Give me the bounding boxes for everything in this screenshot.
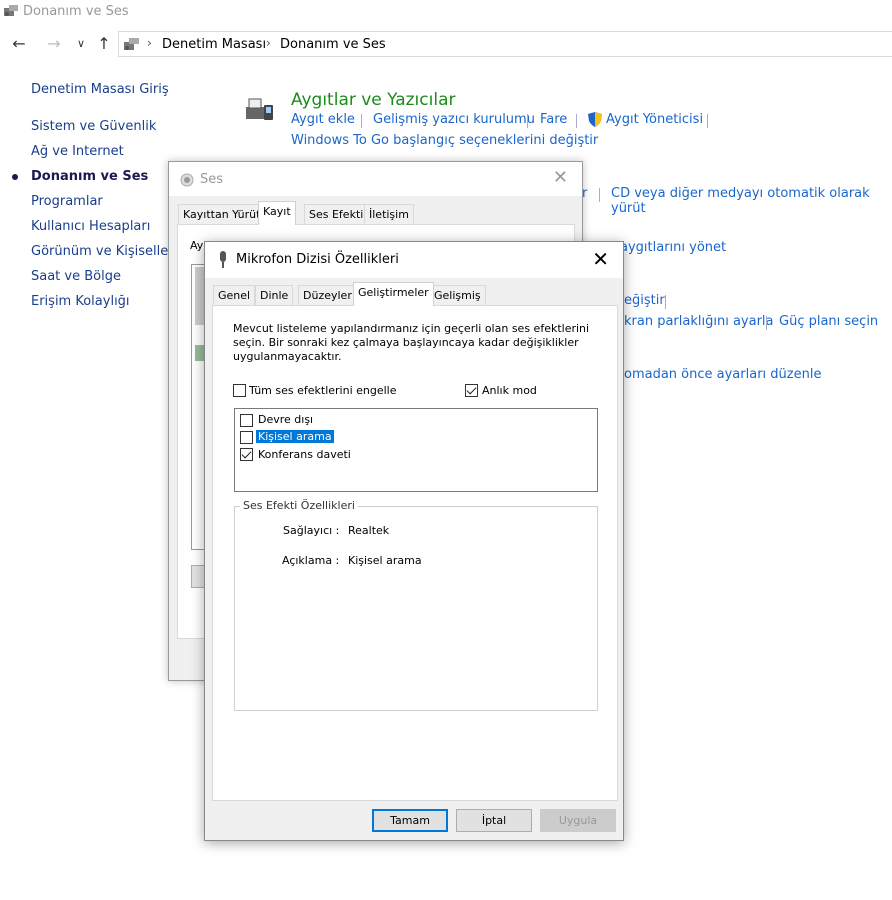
up-arrow-icon[interactable]: ↑ [93,34,115,53]
sidebar-item-programs[interactable]: Programlar [31,194,103,209]
provider-value: Realtek [348,524,390,537]
control-panel-icon [124,38,139,50]
effect-label[interactable]: Konferans daveti [258,448,351,461]
breadcrumb-hardware-sound[interactable]: Donanım ve Ses [280,37,386,52]
sidebar-item-appearance[interactable]: Görünüm ve Kişiselleştir [31,244,189,259]
back-arrow-icon[interactable]: ← [8,34,30,53]
link-mouse[interactable]: Fare [540,112,567,127]
shield-icon [588,112,602,127]
chevron-right-icon: › [266,36,271,50]
link-manage-audio-devices[interactable]: aygıtlarını yönet [620,240,726,255]
active-bullet-icon [12,174,18,180]
navigation-bar: ← → ∨ ↑ › Denetim Masası › Donanım ve Se… [0,30,892,58]
devices-printers-icon [246,98,273,120]
link-change[interactable]: eğiştir [624,293,665,308]
sidebar-item-network[interactable]: Ağ ve Internet [31,144,124,159]
tab-recording[interactable]: Kayıt [258,201,296,225]
divider [527,114,528,128]
link-windows-to-go[interactable]: Windows To Go başlangıç seçeneklerini de… [291,133,598,148]
divider [599,188,600,202]
section-title-devices[interactable]: Aygıtlar ve Yazıcılar [291,90,455,110]
ok-button[interactable]: Tamam [372,809,448,832]
instant-mode-checkbox[interactable] [465,384,478,397]
divider [766,316,767,330]
link-add-device[interactable]: Aygıt ekle [291,112,355,127]
disable-all-effects-checkbox[interactable] [233,384,246,397]
control-panel-icon [4,5,18,16]
divider [576,114,577,128]
sidebar-item-system-security[interactable]: Sistem ve Güvenlik [31,119,156,134]
divider [361,114,362,128]
disable-all-effects-label: Tüm ses efektlerini engelle [249,384,397,397]
tab-general[interactable]: Genel [213,285,256,305]
microphone-icon [220,251,226,268]
link-autoplay[interactable]: CD veya diğer medyayı otomatik olarak yü… [611,186,892,216]
recent-chevron-icon[interactable]: ∨ [70,37,92,50]
link-advanced-printer[interactable]: Gelişmiş yazıcı kurulumu [373,112,535,127]
effect-checkbox-personal-call[interactable] [240,431,253,444]
group-title: Ses Efekti Özellikleri [240,499,358,512]
link-brightness[interactable]: kran parlaklığını ayarla [624,314,774,329]
divider [707,114,708,128]
link-power-plan[interactable]: Güç planı seçin [779,314,878,329]
description-label: Açıklama : [282,554,340,567]
effect-checkbox-conference[interactable] [240,448,253,461]
sidebar-item-user-accounts[interactable]: Kullanıcı Hesapları [31,219,150,234]
apply-button[interactable]: Uygula [540,809,616,832]
tab-advanced[interactable]: Gelişmiş [429,285,486,305]
dialog-title: Mikrofon Dizisi Özellikleri [236,252,399,267]
tab-communication[interactable]: İletişim [364,204,414,224]
dialog-title-bar[interactable]: Mikrofon Dizisi Özellikleri ✕ [205,242,623,278]
enhancements-description: Mevcut listeleme yapılandırmanız için ge… [233,322,590,363]
effect-label-selected[interactable]: Kişisel arama [256,430,334,443]
provider-label: Sağlayıcı : [283,524,340,537]
description-value: Kişisel arama [348,554,422,567]
tab-enhancements[interactable]: Geliştirmeler [353,282,434,306]
window-title-bar: Donanım ve Ses [0,0,892,26]
cancel-button[interactable]: İptal [456,809,532,832]
tab-sound-effects[interactable]: Ses Efekti [304,204,369,224]
link-settings[interactable]: omadan önce ayarları düzenle [624,367,821,382]
effects-list[interactable]: Devre dışı Kişisel arama Konferans davet… [234,408,598,492]
sidebar-item-hardware-sound[interactable]: Donanım ve Ses [31,169,148,184]
link-device-manager[interactable]: Aygıt Yöneticisi [606,112,703,127]
window-title: Donanım ve Ses [23,4,129,19]
sidebar-item-clock-region[interactable]: Saat ve Bölge [31,269,121,284]
partial-text: Ay [190,239,204,252]
effect-properties-group: Ses Efekti Özellikleri Sağlayıcı : Realt… [234,499,598,711]
effect-checkbox-disabled[interactable] [240,414,253,427]
breadcrumb-control-panel[interactable]: Denetim Masası [162,37,266,52]
chevron-right-icon: › [147,36,152,50]
close-icon[interactable]: ✕ [592,247,609,271]
sidebar-item-accessibility[interactable]: Erişim Kolaylığı [31,294,130,309]
address-bar[interactable]: › Denetim Masası › Donanım ve Ses [118,31,892,57]
sidebar-item-home[interactable]: Denetim Masası Giriş [31,82,169,97]
tab-playback[interactable]: Kayıttan Yürüt [178,204,266,224]
instant-mode-label: Anlık mod [482,384,537,397]
speaker-icon [180,173,194,187]
microphone-properties-dialog: Mikrofon Dizisi Özellikleri ✕ Genel Dinl… [204,241,624,841]
sound-title: Ses [200,172,224,187]
sound-title-bar[interactable]: Ses ✕ [169,162,582,196]
divider [665,295,666,309]
tab-listen[interactable]: Dinle [255,285,294,305]
close-icon[interactable]: ✕ [553,167,568,188]
forward-arrow-icon[interactable]: → [43,34,65,53]
tab-levels[interactable]: Düzeyler [298,285,357,305]
effect-label[interactable]: Devre dışı [258,413,313,426]
